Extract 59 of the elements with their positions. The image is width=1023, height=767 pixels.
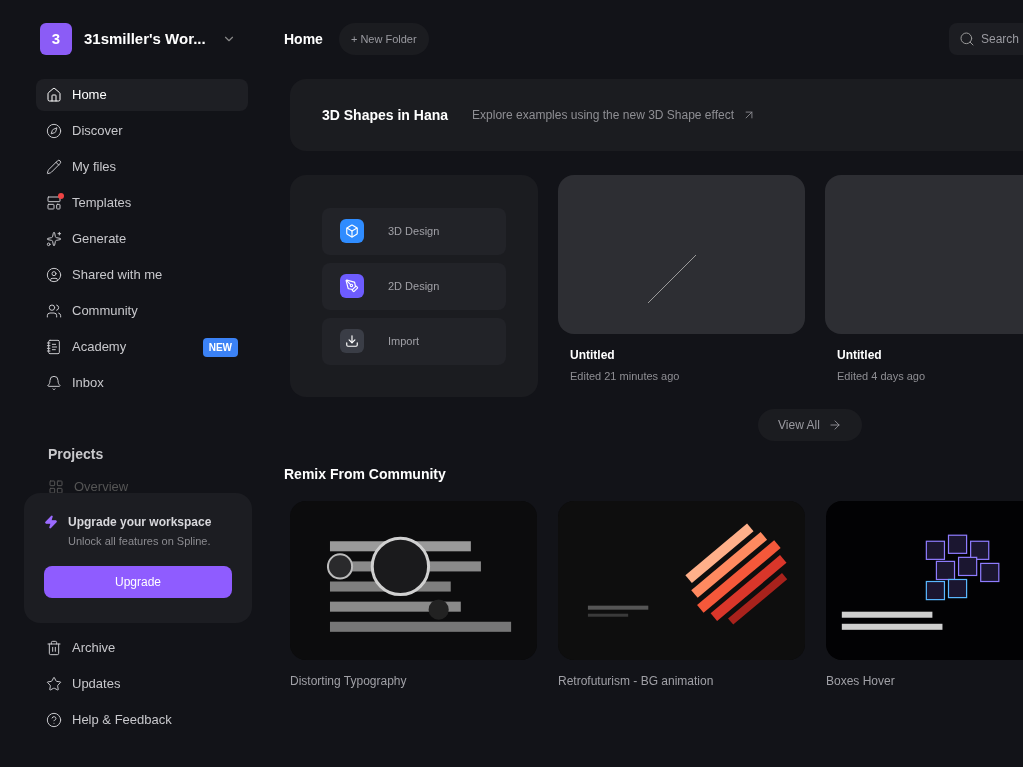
download-icon (345, 334, 359, 348)
section-heading: Projects (47, 445, 105, 464)
notebook-icon (46, 339, 62, 355)
upgrade-title: Upgrade your workspace (68, 514, 212, 531)
workspace-name[interactable]: 31smiller's Wor... (84, 27, 206, 51)
nav-item[interactable]: Generate (36, 223, 248, 255)
create-option[interactable]: 2D Design (322, 262, 506, 310)
new-badge: NEW (202, 337, 238, 357)
new-folder-button[interactable]: + New Folder (338, 23, 429, 55)
upgrade-subtitle: Unlock all features on Spline. (68, 534, 212, 549)
upgrade-button[interactable]: Upgrade (44, 565, 232, 598)
arrow-right-icon (827, 418, 842, 432)
nav-item[interactable]: Academy NEW (36, 331, 248, 363)
create-option[interactable]: Import (322, 317, 506, 365)
nav-item[interactable]: Inbox (36, 367, 248, 399)
nav-item[interactable]: Shared with me (36, 259, 248, 291)
page-title: Home (284, 29, 323, 49)
trash-icon (46, 640, 62, 656)
nav-item[interactable]: Community (36, 295, 248, 327)
create-option[interactable]: 3D Design (322, 207, 506, 255)
nav-item[interactable]: Discover (36, 115, 248, 147)
nav-item[interactable]: Home (36, 79, 248, 111)
nav-item[interactable]: My files (36, 151, 248, 183)
remix-title: Retrofuturism - BG animation (558, 673, 715, 690)
view-all-button[interactable]: View All (758, 409, 862, 441)
file-thumbnail[interactable] (558, 175, 805, 334)
nav-item[interactable]: Updates (36, 668, 248, 700)
star-icon (46, 676, 62, 692)
nav-item[interactable]: Help & Feedback (36, 704, 248, 736)
banner[interactable]: 3D Shapes in Hana Explore examples using the new 3D Shape effect (290, 79, 1023, 151)
cube-icon (345, 224, 359, 238)
compass-icon (46, 123, 62, 139)
user-circle-icon (46, 267, 62, 283)
house-icon (46, 87, 62, 103)
layout-icon (46, 195, 62, 211)
help-icon (46, 712, 62, 728)
search-field[interactable]: Search (949, 23, 1023, 55)
file-title: Untitled (570, 347, 616, 364)
file-title: Untitled (837, 347, 883, 364)
file-thumbnail[interactable] (825, 175, 1023, 334)
remix-title: Boxes Hover (826, 673, 896, 690)
remix-title: Distorting Typography (290, 673, 408, 690)
workspace-avatar[interactable]: 3 (40, 23, 72, 55)
nav-item[interactable]: Archive (36, 632, 248, 664)
banner-text: Explore examples using the new 3D Shape effect (472, 107, 734, 124)
lightning-icon (44, 515, 58, 529)
sparkles-icon (46, 231, 62, 247)
file-subtitle: Edited 21 minutes ago (570, 369, 681, 384)
banner-title: 3D Shapes in Hana (322, 105, 449, 125)
grid-icon (48, 478, 64, 495)
section-heading: Remix From Community (284, 465, 447, 484)
pencil-icon (46, 159, 62, 175)
pen-icon (345, 279, 359, 293)
nav-item[interactable]: Templates (36, 187, 248, 219)
users-icon (46, 303, 62, 319)
search-icon (959, 31, 975, 47)
line-drawing (646, 253, 698, 305)
bell-icon (46, 375, 62, 391)
file-subtitle: Edited 4 days ago (837, 369, 927, 384)
